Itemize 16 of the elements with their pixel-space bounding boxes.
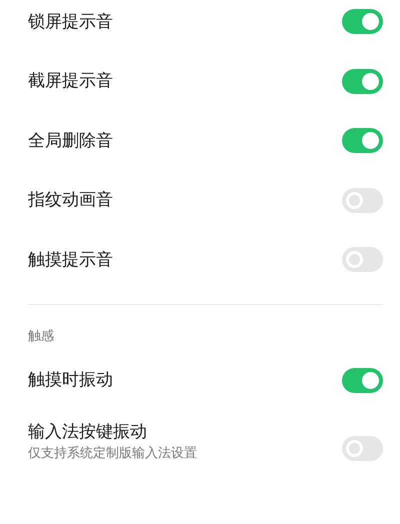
toggle-switch[interactable] bbox=[342, 188, 383, 213]
setting-label: 触摸提示音 bbox=[28, 248, 113, 271]
setting-label: 截屏提示音 bbox=[28, 70, 113, 92]
toggle-switch[interactable] bbox=[342, 436, 383, 461]
setting-label: 指纹动画音 bbox=[28, 189, 113, 212]
toggle-switch[interactable] bbox=[342, 9, 383, 34]
setting-label: 全局删除音 bbox=[28, 130, 113, 152]
setting-label: 锁屏提示音 bbox=[28, 10, 113, 33]
section-header: 触感 bbox=[27, 328, 55, 346]
toggle-switch[interactable] bbox=[342, 247, 383, 272]
toggle-switch[interactable] bbox=[342, 68, 383, 94]
toggle-switch[interactable] bbox=[342, 128, 383, 154]
toggle-switch[interactable] bbox=[342, 368, 383, 393]
setting-label: 触摸时振动 bbox=[28, 369, 113, 392]
setting-description: 仅支持系统定制版输入法设置 bbox=[28, 445, 197, 463]
setting-label: 输入法按键振动 bbox=[28, 421, 148, 443]
